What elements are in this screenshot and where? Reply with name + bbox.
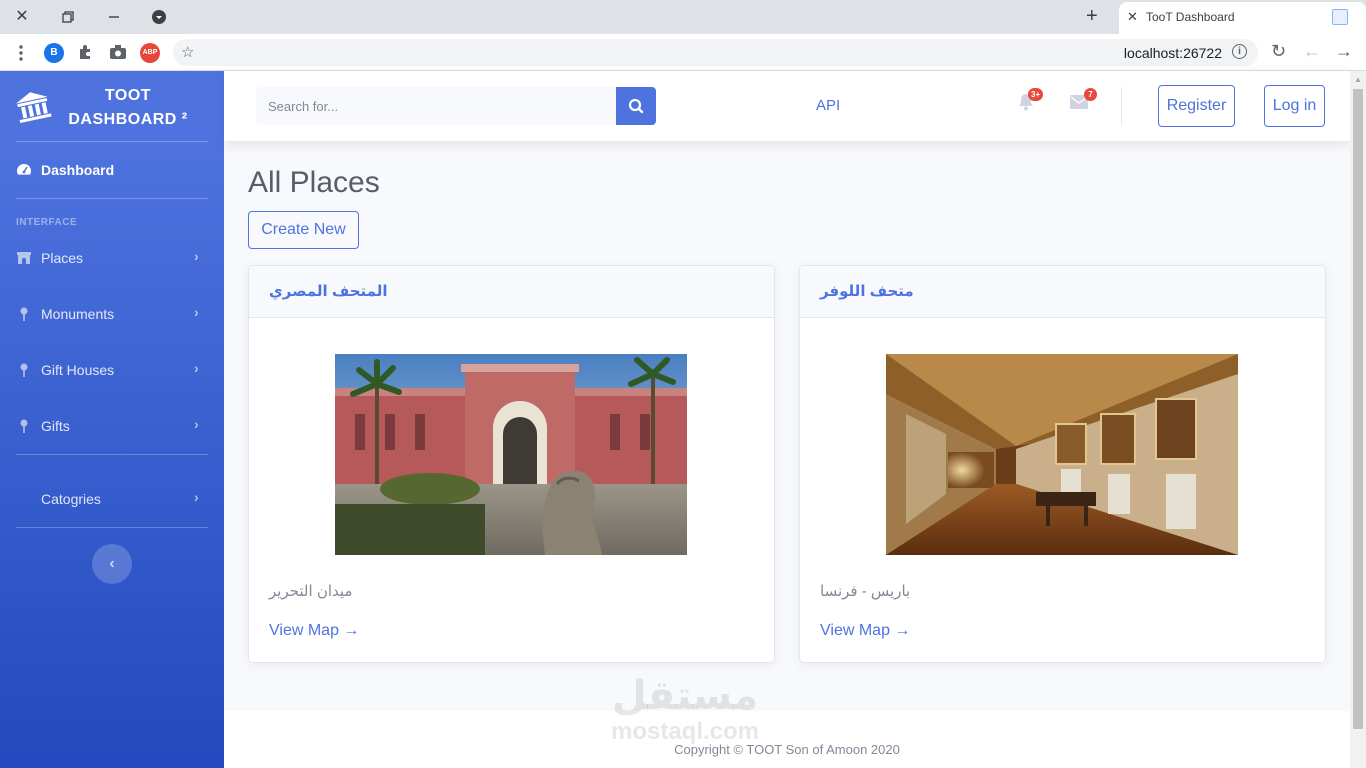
pin-icon — [20, 307, 28, 321]
watermark-arabic: مستقل — [611, 674, 759, 718]
card-title: المتحف المصري — [269, 283, 388, 300]
scrollbar-thumb[interactable] — [1353, 89, 1363, 729]
watermark-domain: mostaql.com — [610, 718, 760, 745]
search-input[interactable] — [256, 87, 616, 125]
sidebar: TOOT DASHBOARD ² Dashboard INTERFACE Pla… — [0, 71, 224, 768]
view-map-link[interactable]: View Map → — [820, 622, 910, 640]
sidebar-brand[interactable]: TOOT DASHBOARD ² — [0, 71, 224, 141]
window-minimize-icon[interactable] — [103, 6, 125, 28]
sidebar-item-label: Gift Houses — [41, 362, 115, 378]
chevron-right-icon: › — [194, 489, 199, 505]
url-text[interactable]: localhost:26722 — [1124, 45, 1222, 61]
sidebar-toggle-button[interactable]: ‹ — [92, 544, 132, 584]
tab-close-icon[interactable]: ✕ — [1127, 9, 1138, 25]
back-icon[interactable]: ← — [1303, 41, 1321, 62]
card-title: متحف اللوفر — [820, 283, 914, 300]
address-bar[interactable]: ☆ localhost:26722 i — [173, 39, 1258, 66]
watermark-logo: مستقل mostaql.com — [600, 672, 770, 744]
alerts-badge: 3+ — [1028, 88, 1044, 101]
scroll-up-icon[interactable]: ▲ — [1354, 75, 1362, 84]
topbar-divider — [1121, 87, 1122, 125]
window-restore-icon[interactable] — [57, 6, 79, 28]
place-card: المتحف المصري ميدان التحرير View Map → — [248, 265, 775, 663]
card-location: ميدان التحرير — [269, 583, 353, 600]
login-button[interactable]: Log in — [1264, 85, 1325, 127]
tab-search-icon[interactable] — [148, 6, 170, 28]
sidebar-item-label: Dashboard — [41, 162, 115, 178]
sidebar-item-categories[interactable]: Catogries › — [0, 479, 224, 519]
archway-icon — [17, 252, 31, 264]
create-new-button[interactable]: Create New — [248, 211, 359, 249]
new-tab-button[interactable]: + — [1086, 5, 1098, 28]
browser-tabbar: ✕ + ✕ TooT Dashboard — [0, 0, 1366, 34]
page-title: All Places — [248, 166, 380, 199]
window-close-icon[interactable]: ✕ — [11, 6, 33, 28]
search-icon — [628, 98, 644, 114]
card-location: باريس - فرنسا — [820, 583, 911, 600]
tab-title: TooT Dashboard — [1146, 10, 1235, 24]
menu-dots-icon[interactable] — [18, 44, 24, 67]
sidebar-item-gifts[interactable]: Gifts › — [0, 406, 224, 446]
sidebar-item-dashboard[interactable]: Dashboard — [0, 150, 224, 190]
chevron-right-icon: › — [194, 360, 199, 376]
card-header: المتحف المصري — [249, 266, 774, 318]
sidebar-heading: INTERFACE — [16, 217, 78, 228]
adblock-extension-icon[interactable]: ABP — [140, 43, 160, 63]
copyright-text: Copyright © TOOT Son of Amoon 2020 — [674, 742, 900, 757]
camera-extension-icon[interactable] — [109, 44, 127, 65]
search-form — [256, 87, 656, 125]
pin-icon — [20, 363, 28, 377]
sidebar-divider — [16, 454, 208, 455]
landmark-icon — [16, 92, 52, 123]
search-button[interactable] — [616, 87, 656, 125]
pin-icon — [20, 419, 28, 433]
bookmark-star-icon[interactable]: ☆ — [181, 43, 194, 61]
browser-toolbar: B ABP ☆ localhost:26722 i — [0, 34, 1366, 71]
chevron-right-icon: › — [194, 304, 199, 320]
sidebar-divider — [16, 141, 208, 142]
sidebar-item-label: Places — [41, 250, 84, 266]
place-card: متحف اللوفر باريس - فرنسا View Map → — [799, 265, 1326, 663]
chevron-right-icon: › — [194, 416, 199, 432]
footer: Copyright © TOOT Son of Amoon 2020 — [224, 711, 1350, 768]
louvre-gallery-photo — [886, 354, 1238, 555]
browser-tab[interactable]: ✕ TooT Dashboard — [1119, 2, 1366, 34]
chevron-right-icon: › — [194, 248, 199, 264]
view-map-link[interactable]: View Map → — [269, 622, 359, 640]
brand-title: TOOT DASHBOARD ² — [68, 87, 188, 128]
sidebar-item-gift-houses[interactable]: Gift Houses › — [0, 350, 224, 390]
sidebar-item-label: Catogries — [41, 491, 101, 507]
site-info-icon[interactable]: i — [1232, 44, 1247, 59]
messages-badge: 7 — [1084, 88, 1097, 101]
forward-icon[interactable]: → — [1335, 41, 1353, 62]
topbar: API 3+ 7 Register Log in — [224, 71, 1350, 141]
sidebar-item-monuments[interactable]: Monuments › — [0, 294, 224, 334]
register-button[interactable]: Register — [1158, 85, 1235, 127]
api-link[interactable]: API — [816, 97, 840, 114]
profile-extension-icon[interactable]: B — [44, 43, 64, 63]
page-icon — [1332, 9, 1348, 25]
extensions-puzzle-icon[interactable] — [77, 43, 95, 66]
tachometer-icon — [16, 164, 32, 175]
sidebar-item-label: Gifts — [41, 418, 70, 434]
sidebar-item-label: Monuments — [41, 306, 115, 322]
page-scrollbar[interactable]: ▲ — [1350, 71, 1366, 768]
sidebar-divider — [16, 198, 208, 199]
reload-icon[interactable]: ↻ — [1271, 41, 1286, 62]
egyptian-museum-photo — [335, 354, 687, 555]
sidebar-item-places[interactable]: Places › — [0, 238, 224, 278]
card-header: متحف اللوفر — [800, 266, 1325, 318]
sidebar-divider — [16, 527, 208, 528]
